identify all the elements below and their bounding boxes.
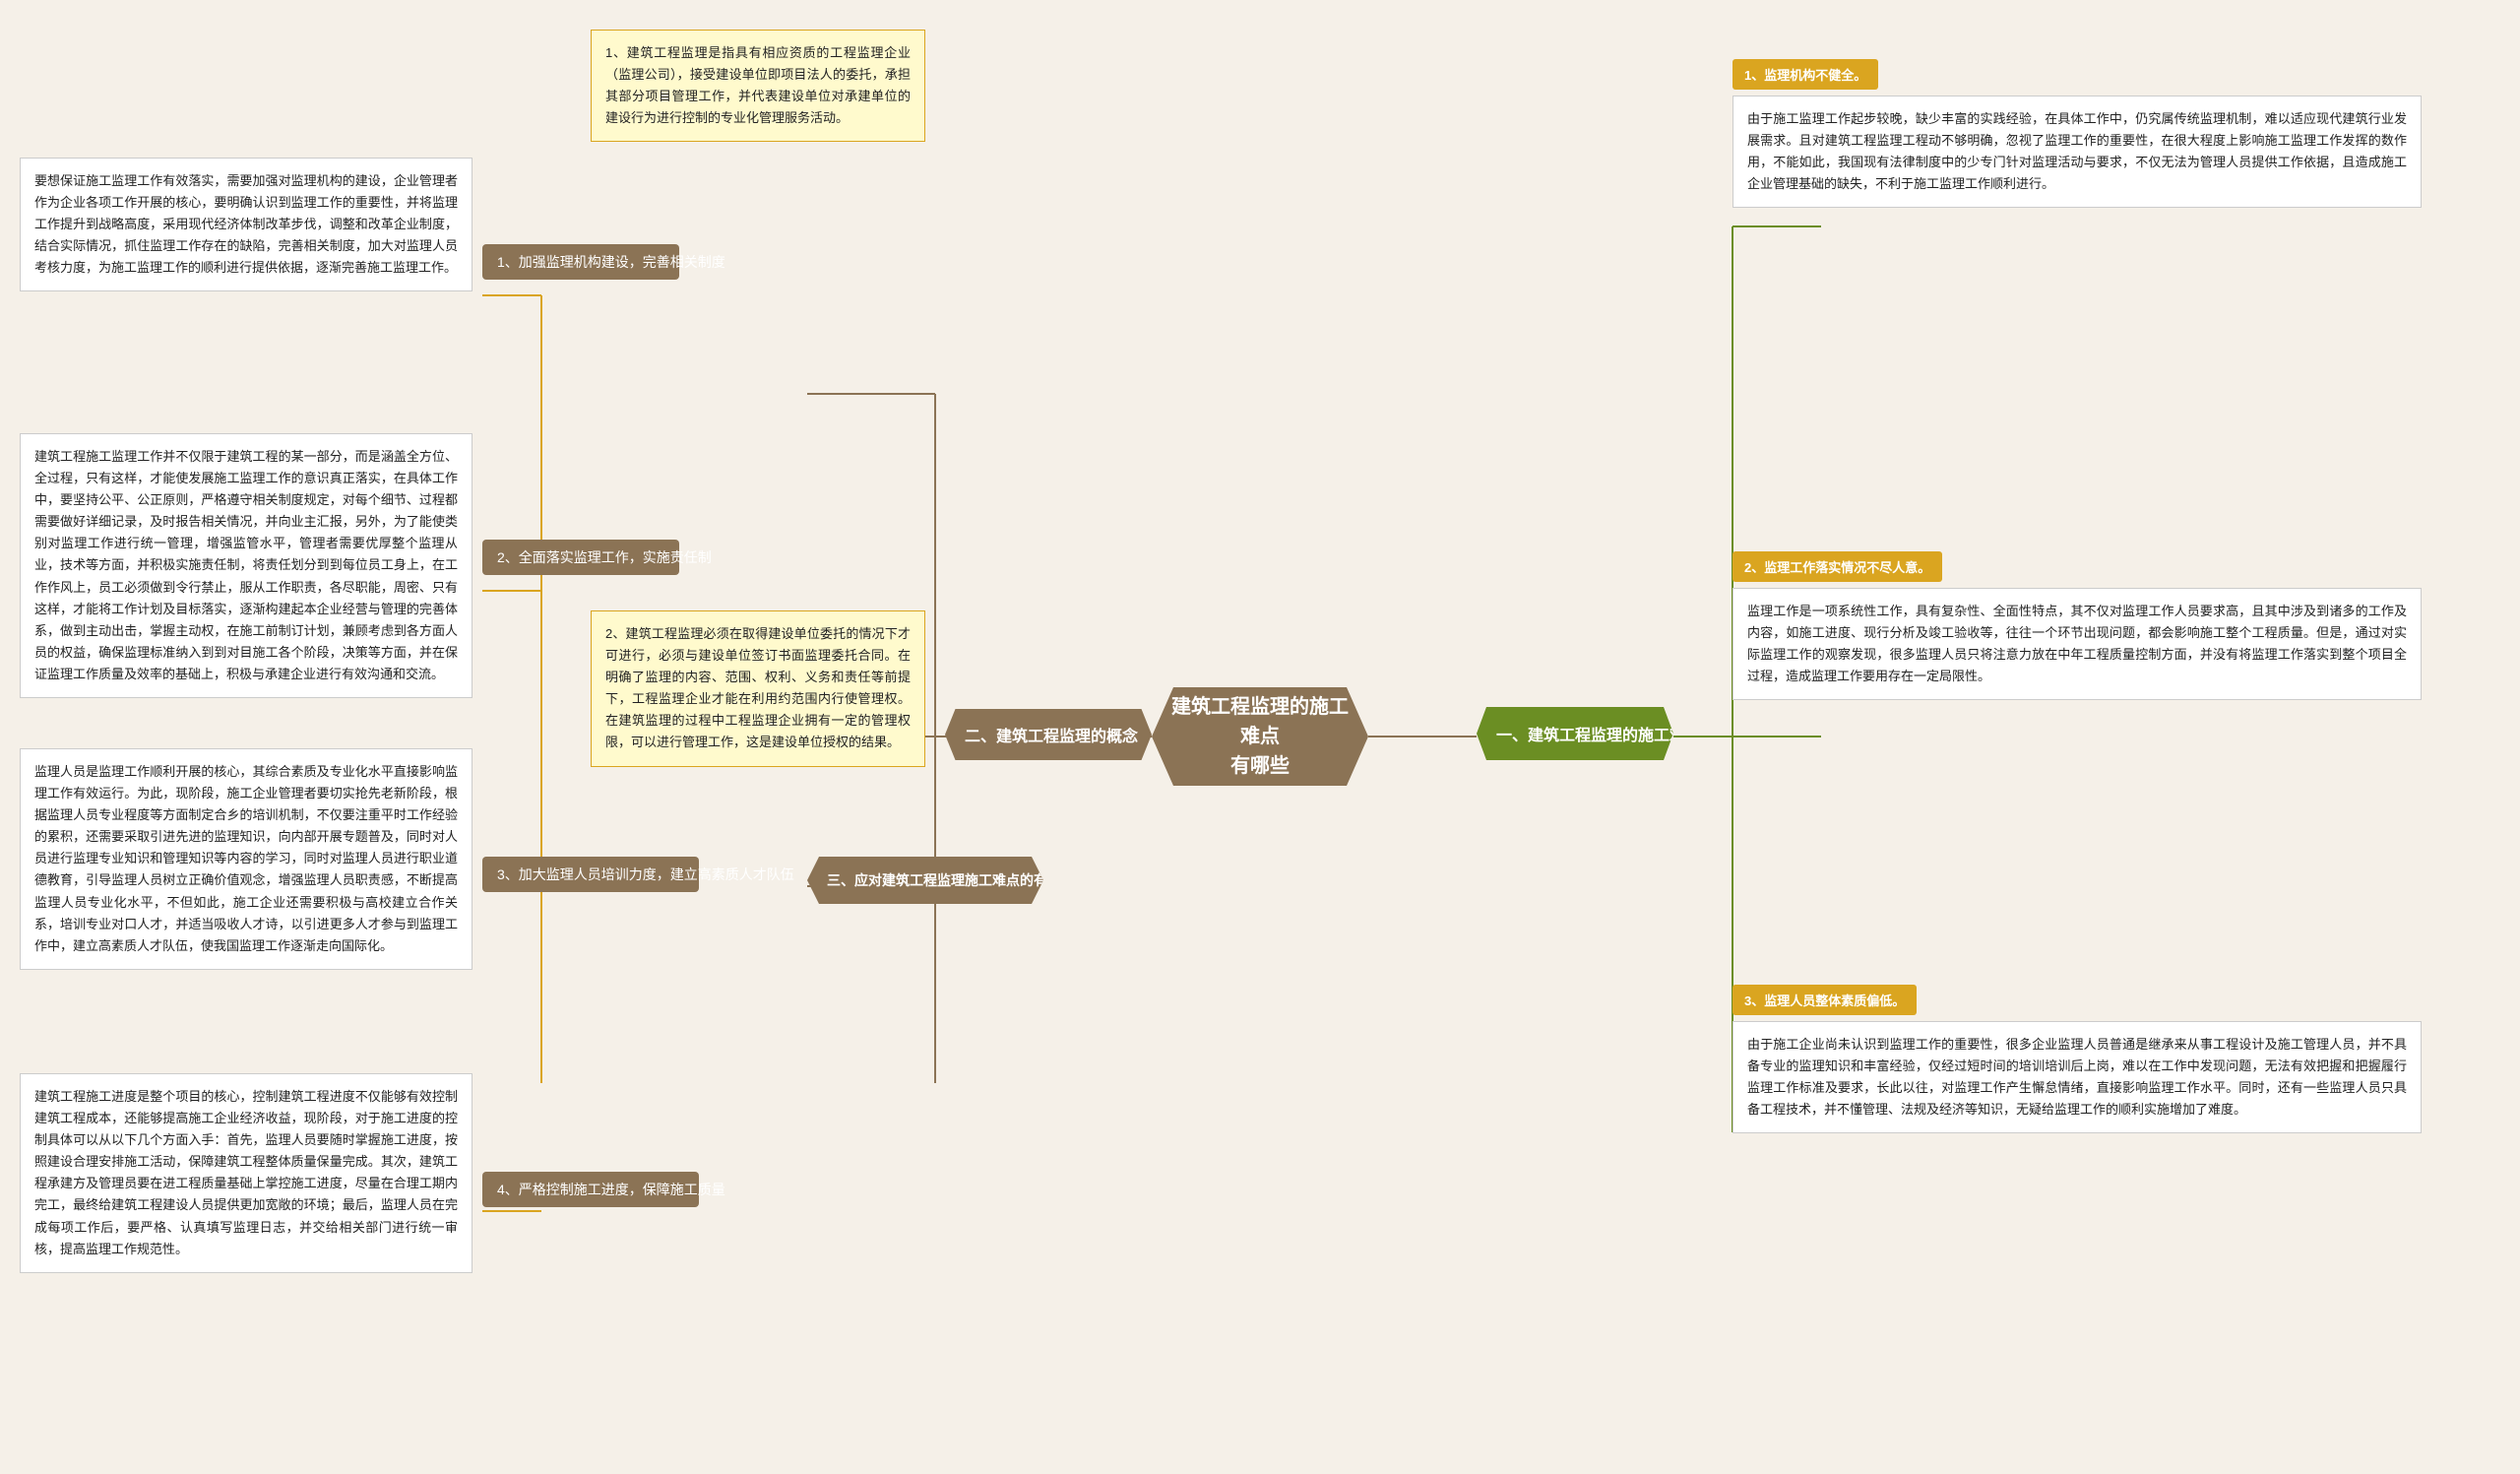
- right-item-1: 1、监理机构不健全。 由于施工监理工作起步较晚，缺少丰富的实践经验，在具体工作中…: [1732, 59, 2422, 208]
- measure-4-text: 建筑工程施工进度是整个项目的核心，控制建筑工程进度不仅能够有效控制建筑工程成本，…: [20, 1073, 472, 1273]
- measure-3-label: 3、加大监理人员培训力度，建立高素质人才队伍: [482, 857, 699, 892]
- right-num-1: 1、监理机构不健全。: [1732, 59, 1878, 90]
- right-item-3: 3、监理人员整体素质偏低。 由于施工企业尚未认识到监理工作的重要性，很多企业监理…: [1732, 985, 2422, 1133]
- measure-1-label: 1、加强监理机构建设，完善相关制度: [482, 244, 679, 280]
- measure-4-label: 4、严格控制施工进度，保障施工质量: [482, 1172, 699, 1207]
- measure-2-label: 2、全面落实监理工作，实施责任制: [482, 540, 679, 575]
- measure-3-text: 监理人员是监理工作顺利开展的核心，其综合素质及专业化水平直接影响监理工作有效运行…: [20, 748, 472, 970]
- concept-1-box: 1、建筑工程监理是指具有相应资质的工程监理企业（监理公司），接受建设单位即项目法…: [591, 30, 925, 142]
- right-text-2: 监理工作是一项系统性工作，具有复杂性、全面性特点，其不仅对监理工作人员要求高，且…: [1732, 588, 2422, 700]
- right-main-header: 一、建筑工程监理的施工难点: [1477, 707, 1673, 760]
- left-measures-header: 三、应对建筑工程监理施工难点的有效措施: [807, 857, 1043, 904]
- right-num-2: 2、监理工作落实情况不尽人意。: [1732, 551, 1942, 582]
- right-text-3: 由于施工企业尚未认识到监理工作的重要性，很多企业监理人员普通是继承来从事工程设计…: [1732, 1021, 2422, 1133]
- left-concept-header: 二、建筑工程监理的概念: [945, 709, 1152, 760]
- right-item-2: 2、监理工作落实情况不尽人意。 监理工作是一项系统性工作，具有复杂性、全面性特点…: [1732, 551, 2422, 700]
- mindmap-container: 建筑工程监理的施工难点 有哪些 一、建筑工程监理的施工难点 1、监理机构不健全。…: [0, 0, 2520, 1474]
- concept-2-box: 2、建筑工程监理必须在取得建设单位委托的情况下才可进行，必须与建设单位签订书面监…: [591, 610, 925, 767]
- measure-1-text: 要想保证施工监理工作有效落实，需要加强对监理机构的建设，企业管理者作为企业各项工…: [20, 158, 472, 291]
- central-node: 建筑工程监理的施工难点 有哪些: [1152, 687, 1368, 786]
- right-num-3: 3、监理人员整体素质偏低。: [1732, 985, 1917, 1015]
- central-title: 建筑工程监理的施工难点 有哪些: [1171, 692, 1349, 781]
- measure-2-text: 建筑工程施工监理工作并不仅限于建筑工程的某一部分，而是涵盖全方位、全过程，只有这…: [20, 433, 472, 698]
- right-text-1: 由于施工监理工作起步较晚，缺少丰富的实践经验，在具体工作中，仍究属传统监理机制，…: [1732, 96, 2422, 208]
